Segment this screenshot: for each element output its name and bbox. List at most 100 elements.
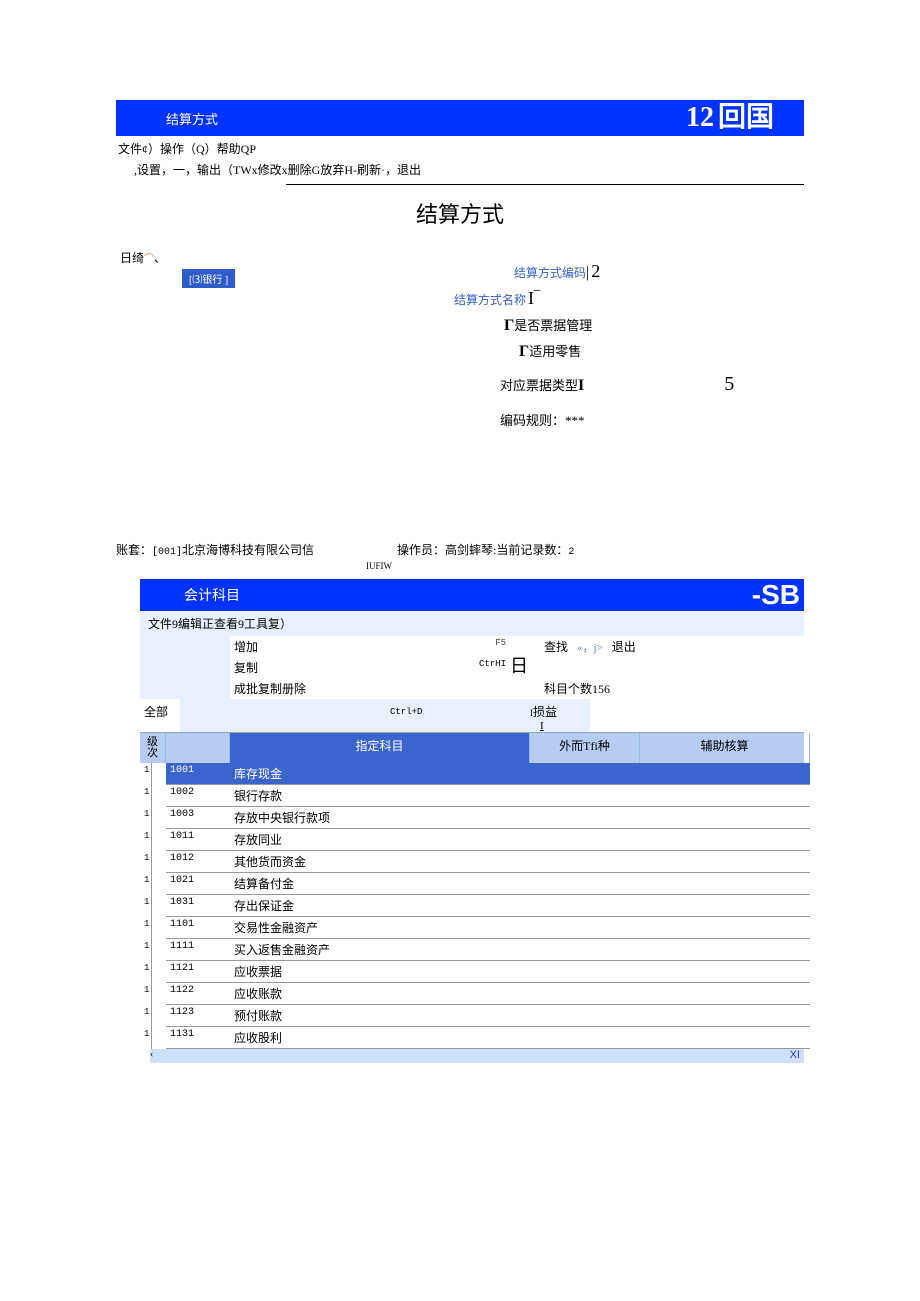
copy-button[interactable]: 复制 (230, 657, 390, 678)
cell-code: 1111 (166, 939, 230, 961)
cell-level: 1 (140, 763, 152, 785)
table-header: 级次 指定科目 外而Tfi种 辅助核算 (140, 732, 804, 763)
cell-aux (640, 961, 810, 983)
checkbox-retail[interactable]: Γ适用零售 (519, 341, 804, 361)
cell-foreign (530, 763, 640, 785)
cell-code: 1021 (166, 873, 230, 895)
tab-losses[interactable]: I损益 I (530, 699, 590, 732)
add-button[interactable]: 增加 (230, 636, 390, 657)
cell-aux (640, 917, 810, 939)
cell-foreign (530, 807, 640, 829)
settlement-menu[interactable]: 文件¢）操作（Q）帮助QP (116, 136, 804, 159)
cell-name: 买入返售金融资产 (230, 939, 530, 961)
table-row[interactable]: 1 1101交易性金融资产 (140, 917, 804, 939)
cell-code: 1101 (166, 917, 230, 939)
cell-foreign (530, 1027, 640, 1049)
cell-level: 1 (140, 829, 152, 851)
cell-code: 1121 (166, 961, 230, 983)
table-row[interactable]: 11111买入返售金融资产 (140, 939, 804, 961)
account-count: 科目个数156 (540, 678, 614, 699)
bill-type-value[interactable]: 5 (724, 373, 734, 396)
cell-foreign (530, 829, 640, 851)
table-row[interactable]: 11031存出保证金 (140, 895, 804, 917)
nav-arrows[interactable]: «，j> (577, 642, 603, 654)
cell-name: 交易性金融资产 (230, 917, 530, 939)
scroll-xl: XI (790, 1049, 800, 1061)
table-row[interactable]: 1 1021结算备付金 (140, 873, 804, 895)
cell-name: 存出保证金 (230, 895, 530, 917)
scrollbar-bottom[interactable]: ‹ XI (150, 1049, 804, 1063)
table-row[interactable]: 1 1001库存现金 (140, 763, 804, 785)
cell-level: 1 (140, 851, 152, 873)
titlebar-right-controls[interactable]: 12回国 (686, 104, 774, 132)
filter-all[interactable]: 全部 (140, 699, 180, 732)
cell-aux (640, 829, 810, 851)
cell-level: 1 (140, 873, 152, 895)
cell-level: 1 (140, 807, 152, 829)
cell-code: 1012 (166, 851, 230, 873)
col-level[interactable]: 级次 (140, 733, 166, 763)
cell-foreign (530, 983, 640, 1005)
account-status: 账套：[001]北京海博科技有限公司信 操作员：高剑蟀琴:当前记录数：2 IUF… (116, 539, 804, 579)
settlement-toolbar[interactable]: ,设置，一，输出（TWx修改x删除G放弃H-刷新·，退出 (116, 159, 804, 184)
cell-code: 1031 (166, 895, 230, 917)
cell-code: 1002 (166, 785, 230, 807)
cell-aux (640, 1027, 810, 1049)
accounts-title: 会计科目 (184, 585, 240, 605)
cell-aux (640, 785, 810, 807)
cell-code: 1122 (166, 983, 230, 1005)
cell-code: 1003 (166, 807, 230, 829)
accounts-titlebar: 会计科目 -SB (140, 579, 804, 611)
cell-foreign (530, 895, 640, 917)
cell-name: 结算备付金 (230, 873, 530, 895)
table-row[interactable]: 1 1121应收票据 (140, 961, 804, 983)
table-row[interactable]: 1 1003存放中央银行款项 (140, 807, 804, 829)
cell-level: 1 (140, 785, 152, 807)
cell-code: 1001 (166, 763, 230, 785)
cell-name: 应收票据 (230, 961, 530, 983)
exit-button[interactable]: 退出 (612, 640, 636, 654)
cell-level: 1 (140, 961, 152, 983)
cell-foreign (530, 917, 640, 939)
search-area[interactable]: 查找 «，j> 退出 (540, 636, 840, 657)
table-row[interactable]: 11123预付账款 (140, 1005, 804, 1027)
checkbox-bill[interactable]: Γ是否票据管理 (504, 315, 804, 335)
calendar-icon[interactable]: 日 (510, 657, 540, 678)
cell-name: 应收股利 (230, 1027, 530, 1049)
cell-aux (640, 807, 810, 829)
cell-name: 存放同业 (230, 829, 530, 851)
table-row[interactable]: 1 1012其他货而资金 (140, 851, 804, 873)
col-foreign[interactable]: 外而Tfi种 (530, 733, 640, 763)
col-designate[interactable]: 指定科目 (230, 733, 530, 763)
cell-level: 1 (140, 917, 152, 939)
cell-name: 库存现金 (230, 763, 530, 785)
table-row[interactable]: 11122应收账款 (140, 983, 804, 1005)
cell-name: 预付账款 (230, 1005, 530, 1027)
batch-button[interactable]: 成批复制册除 (230, 678, 390, 699)
cell-name: 存放中央银行款项 (230, 807, 530, 829)
name-input[interactable]: I‾ (528, 288, 540, 309)
encoding-rule: 编码规则：*** (500, 410, 804, 429)
row-bill-type: 对应票据类型 I 5 (500, 373, 804, 396)
col-aux[interactable]: 辅助核算 (640, 733, 810, 763)
accounts-menu[interactable]: 文件9编辑正查看9工具复） (140, 611, 804, 636)
tree-node-bank[interactable]: [⑶银行 ] (182, 269, 235, 288)
table-row[interactable]: 11011存放同业 (140, 829, 804, 851)
cell-foreign (530, 961, 640, 983)
tree-root[interactable]: 日绮⌒、 (120, 249, 166, 266)
cell-level: 1 (140, 939, 152, 961)
cell-aux (640, 1005, 810, 1027)
toolbar-pad (140, 636, 230, 657)
cell-aux (640, 983, 810, 1005)
table-row[interactable]: 11131应收股利 (140, 1027, 804, 1049)
titlebar-sb[interactable]: -SB (752, 581, 800, 609)
scroll-left-icon[interactable]: ‹ (150, 1049, 153, 1060)
cell-aux (640, 873, 810, 895)
cell-name: 其他货而资金 (230, 851, 530, 873)
form-heading: 结算方式 (116, 197, 804, 229)
cell-aux (640, 763, 810, 785)
cell-level: 1 (140, 1005, 152, 1027)
cell-code: 1131 (166, 1027, 230, 1049)
table-row[interactable]: 11002银行存款 (140, 785, 804, 807)
cell-foreign (530, 873, 640, 895)
